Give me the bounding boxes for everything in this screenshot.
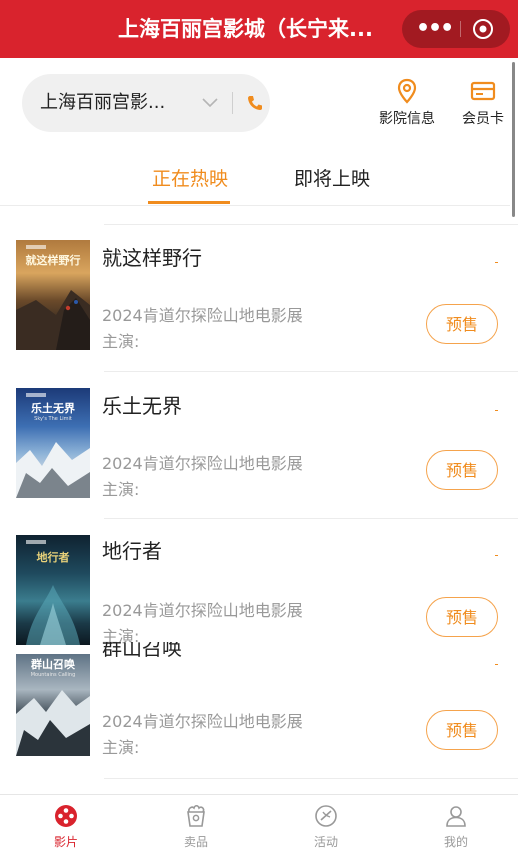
movie-poster[interactable]: 就这样野行: [16, 240, 90, 350]
poster-badge: [26, 540, 46, 544]
top-bar: 上海百丽宫影城（长宁来... •••: [0, 0, 518, 58]
movie-description: 2024肯道尔探险山地电影展: [102, 601, 303, 620]
movie-poster[interactable]: 群山召唤 Mountains Calling: [16, 654, 90, 756]
nav-label: 活动: [313, 835, 338, 849]
location-pin-icon: [397, 78, 417, 104]
movie-description: 2024肯道尔探险山地电影展: [102, 454, 303, 473]
poster-art: [26, 585, 80, 645]
movie-title[interactable]: 地行者: [102, 535, 162, 564]
poster-art: [16, 690, 90, 756]
mini-program-capsule: •••: [402, 10, 510, 48]
presale-button[interactable]: 预售: [426, 597, 498, 637]
movie-description: 2024肯道尔探险山地电影展: [102, 306, 303, 325]
poster-subtitle: Mountains Calling: [30, 672, 76, 678]
poster-title: 地行者: [36, 551, 70, 564]
pill-divider: [232, 92, 233, 114]
nav-label: 影片: [53, 835, 78, 849]
movie-card[interactable]: 就这样野行 就这样野行 2024肯道尔探险山地电影展 主演: 预售: [0, 226, 518, 372]
nav-item-profile[interactable]: 我的: [416, 803, 496, 859]
movie-title[interactable]: 乐土无界: [102, 390, 182, 419]
member-card-link[interactable]: 会员卡: [448, 78, 518, 134]
poster-subtitle: Sky's The Limit: [34, 416, 72, 422]
capsule-divider: [460, 21, 461, 37]
target-circle-icon[interactable]: [472, 18, 494, 40]
ticket-icon: [315, 805, 337, 827]
presale-button[interactable]: 预售: [426, 450, 498, 490]
movie-cast: 主演:: [102, 738, 140, 757]
member-card-label: 会员卡: [462, 111, 504, 127]
cinema-info-label: 影院信息: [379, 111, 435, 127]
card-icon: [470, 81, 496, 101]
movie-title[interactable]: 群山召唤: [102, 642, 182, 658]
nav-item-movies[interactable]: 影片: [26, 803, 106, 859]
movie-poster[interactable]: 地行者: [16, 535, 90, 645]
cinema-selector[interactable]: 上海百丽宫影...: [22, 74, 270, 132]
poster-title: 就这样野行: [25, 254, 81, 267]
page-title: 上海百丽宫影城（长宁来...: [118, 17, 373, 41]
cinema-name: 上海百丽宫影...: [40, 92, 166, 113]
movie-cast: 主演:: [102, 332, 140, 351]
popcorn-icon: [187, 804, 205, 827]
poster-badge: [26, 393, 46, 397]
nav-item-concessions[interactable]: 卖品: [156, 803, 236, 859]
movie-card[interactable]: 群山召唤 Mountains Calling 群山召唤 2024肯道尔探险山地电…: [0, 642, 518, 788]
movie-poster[interactable]: 乐土无界 Sky's The Limit: [16, 388, 90, 498]
decor-dot: [495, 664, 498, 665]
bottom-nav: 影片 卖品 活动 我的: [0, 794, 518, 865]
cinema-info-link[interactable]: 影院信息: [372, 78, 442, 134]
poster-art: [16, 290, 90, 350]
film-reel-icon: [55, 805, 77, 827]
movie-description: 2024肯道尔探险山地电影展: [102, 712, 303, 731]
tab-now-showing[interactable]: 正在热映: [142, 164, 238, 194]
decor-dot: [495, 555, 498, 556]
poster-art: [16, 442, 90, 498]
movie-card[interactable]: 乐土无界 Sky's The Limit 乐土无界 2024肯道尔探险山地电影展…: [0, 372, 518, 518]
movie-title-clip: 群山召唤: [102, 642, 302, 658]
movie-cast: 主演:: [102, 480, 140, 499]
scrollbar-thumb[interactable]: [512, 62, 515, 217]
nav-label: 卖品: [183, 835, 208, 849]
poster-badge: [26, 245, 46, 249]
list-top-divider: [104, 224, 518, 225]
user-icon: [446, 806, 466, 827]
nav-label: 我的: [443, 835, 468, 849]
movie-title[interactable]: 就这样野行: [102, 242, 202, 271]
nav-item-events[interactable]: 活动: [286, 803, 366, 859]
poster-title: 群山召唤: [31, 658, 75, 671]
movie-list: 就这样野行 就这样野行 2024肯道尔探险山地电影展 主演: 预售 乐土无界 S…: [0, 206, 518, 794]
presale-button[interactable]: 预售: [426, 304, 498, 344]
presale-button[interactable]: 预售: [426, 710, 498, 750]
poster-title: 乐土无界: [31, 402, 75, 415]
decor-dot: [495, 262, 498, 263]
phone-icon[interactable]: [246, 94, 264, 112]
more-dots-icon[interactable]: •••: [416, 10, 454, 48]
active-tab-indicator: [148, 201, 230, 204]
tab-coming-soon[interactable]: 即将上映: [282, 164, 382, 194]
row-divider: [104, 778, 518, 779]
chevron-down-icon: [202, 98, 218, 108]
decor-dot: [495, 410, 498, 411]
